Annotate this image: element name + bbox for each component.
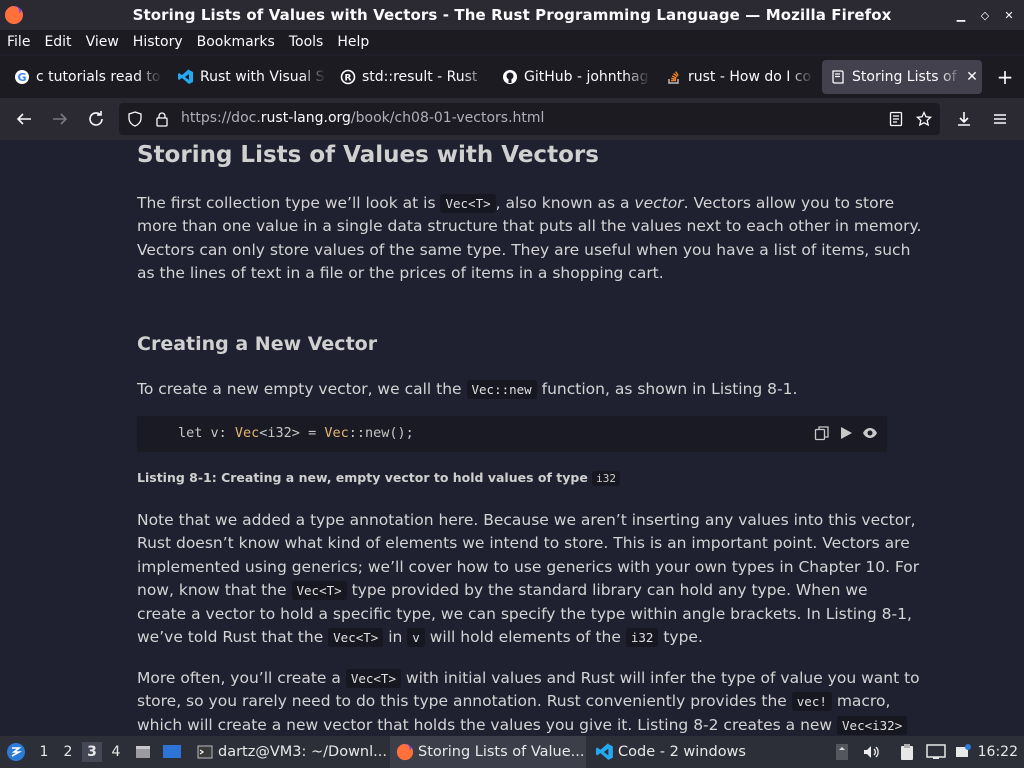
rust-icon: R bbox=[340, 69, 356, 85]
tab-storing-lists[interactable]: Storing Lists of ✕ bbox=[822, 60, 982, 94]
reload-icon[interactable] bbox=[84, 107, 108, 131]
downloads-icon[interactable] bbox=[952, 107, 976, 131]
section-heading: Creating a New Vector bbox=[137, 333, 378, 355]
url-bar[interactable]: https://doc.rust-lang.org/book/ch08-01-v… bbox=[119, 103, 940, 135]
code-listing-8-1: let v: Vec<i32> = Vec::new(); bbox=[137, 416, 887, 452]
back-icon[interactable] bbox=[12, 107, 36, 131]
url-text[interactable]: https://doc.rust-lang.org/book/ch08-01-v… bbox=[181, 110, 544, 126]
workspace-2[interactable]: 2 bbox=[58, 742, 78, 762]
minimize-icon[interactable]: ▁ bbox=[954, 9, 968, 22]
taskbar-window-terminal[interactable]: dartz@VM3: ~/Downl... bbox=[190, 736, 386, 768]
tray-scroll-icon[interactable] bbox=[834, 736, 852, 768]
tab-bar: G c tutorials read to Rust with Visual S… bbox=[0, 56, 1024, 98]
menu-view[interactable]: View bbox=[86, 34, 119, 50]
tab-github[interactable]: GitHub - johnthag bbox=[494, 60, 650, 94]
new-tab-button[interactable]: + bbox=[996, 67, 1014, 87]
book-icon bbox=[830, 69, 846, 85]
run-icon[interactable] bbox=[837, 424, 855, 442]
paragraph-create: To create a new empty vector, we call th… bbox=[137, 380, 798, 399]
menu-help[interactable]: Help bbox=[337, 34, 369, 50]
show-desktop-icon[interactable] bbox=[162, 736, 184, 768]
paragraph-annotation: Note that we added a type annotation her… bbox=[137, 511, 920, 648]
menu-tools[interactable]: Tools bbox=[289, 34, 324, 50]
tab-c-tutorials[interactable]: G c tutorials read to bbox=[6, 60, 162, 94]
google-icon: G bbox=[14, 69, 30, 85]
menu-file[interactable]: File bbox=[7, 34, 30, 50]
bookmark-star-icon[interactable] bbox=[916, 111, 932, 127]
paragraph-intro: The first collection type we’ll look at … bbox=[137, 194, 922, 283]
stackoverflow-icon bbox=[666, 69, 682, 85]
clock: 16:22 bbox=[977, 744, 1018, 760]
taskbar: 1 2 3 4 dartz@VM3: ~/Downl... Storing Li… bbox=[0, 736, 1024, 768]
page-content: Storing Lists of Values with Vectors The… bbox=[0, 140, 1024, 736]
svg-text:R: R bbox=[345, 74, 352, 84]
close-tab-icon[interactable]: ✕ bbox=[962, 69, 982, 85]
copy-icon[interactable] bbox=[813, 424, 831, 442]
firefox-icon bbox=[396, 743, 414, 761]
page-title: Storing Lists of Values with Vectors bbox=[137, 142, 599, 168]
vscode-icon bbox=[596, 743, 614, 761]
tab-rust-vscode[interactable]: Rust with Visual S bbox=[170, 60, 326, 94]
tab-std-result[interactable]: R std::result - Rust bbox=[332, 60, 488, 94]
svg-text:G: G bbox=[17, 71, 26, 84]
restore-icon[interactable]: ◇ bbox=[978, 9, 992, 22]
reader-view-icon[interactable] bbox=[888, 111, 904, 127]
forward-icon[interactable] bbox=[48, 107, 72, 131]
menu-bookmarks[interactable]: Bookmarks bbox=[197, 34, 275, 50]
taskbar-window-firefox[interactable]: Storing Lists of Value... bbox=[390, 736, 586, 768]
window-titlebar: Storing Lists of Values with Vectors - T… bbox=[0, 0, 1024, 30]
listing-caption: Listing 8-1: Creating a new, empty vecto… bbox=[137, 470, 621, 486]
firefox-logo-icon bbox=[5, 6, 23, 24]
navigation-toolbar: https://doc.rust-lang.org/book/ch08-01-v… bbox=[0, 98, 1024, 140]
workspace-4[interactable]: 4 bbox=[106, 742, 126, 762]
terminal-icon bbox=[196, 743, 214, 761]
github-icon bbox=[502, 69, 518, 85]
menu-edit[interactable]: Edit bbox=[44, 34, 71, 50]
eye-icon[interactable] bbox=[861, 424, 879, 442]
start-menu-icon[interactable] bbox=[6, 736, 28, 768]
volume-icon[interactable] bbox=[862, 736, 882, 768]
tab-stackoverflow[interactable]: rust - How do I co bbox=[658, 60, 814, 94]
close-icon[interactable]: ✕ bbox=[1002, 9, 1016, 22]
file-manager-icon[interactable] bbox=[134, 736, 154, 768]
code-text: let v: Vec<i32> = Vec::new(); bbox=[178, 425, 414, 441]
clipboard-icon[interactable] bbox=[898, 736, 920, 768]
paragraph-vec-macro: More often, you’ll create a Vec<T> with … bbox=[137, 669, 920, 735]
taskbar-window-vscode[interactable]: Code - 2 windows bbox=[590, 736, 786, 768]
hamburger-menu-icon[interactable] bbox=[988, 107, 1012, 131]
workspace-3[interactable]: 3 bbox=[82, 742, 102, 762]
vscode-icon bbox=[178, 69, 194, 85]
menu-history[interactable]: History bbox=[133, 34, 183, 50]
workspace-1[interactable]: 1 bbox=[34, 742, 54, 762]
shield-icon[interactable] bbox=[127, 111, 143, 127]
display-icon[interactable] bbox=[926, 736, 948, 768]
network-icon[interactable] bbox=[954, 736, 974, 768]
menu-bar: File Edit View History Bookmarks Tools H… bbox=[0, 30, 1024, 54]
lock-icon[interactable] bbox=[154, 111, 170, 127]
window-title: Storing Lists of Values with Vectors - T… bbox=[132, 6, 892, 24]
